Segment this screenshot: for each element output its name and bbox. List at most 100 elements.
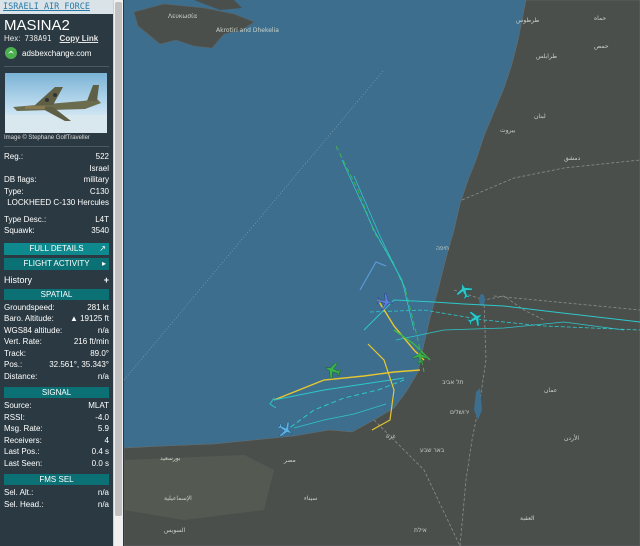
signal-row: Msg. Rate: 5.9 xyxy=(0,423,113,435)
fms-value: n/a xyxy=(97,488,109,497)
signal-row: RSSI: -4.0 xyxy=(0,412,113,424)
spatial-row: Track: 89.0° xyxy=(0,348,113,360)
fms-row: Sel. Alt.: n/a xyxy=(0,487,113,499)
type-value: C130 xyxy=(89,186,109,196)
photo-credit: Image © Stephane GolfTraveller xyxy=(4,135,90,141)
map-label-tel-aviv: תל אביב xyxy=(442,379,464,386)
spatial-value: 89.0° xyxy=(90,348,109,358)
map-label-jerusalem: ירושלים xyxy=(450,409,469,416)
flight-activity-label: FLIGHT ACTIVITY xyxy=(23,258,90,268)
fms-label: Sel. Head.: xyxy=(4,499,44,509)
type-desc-label: Type Desc.: xyxy=(4,214,47,224)
map-label-nicosia: Λευκωσία xyxy=(168,13,197,20)
squawk-value: 3540 xyxy=(91,226,109,235)
hex-value: 738A91 xyxy=(24,34,52,43)
spatial-label: Track: xyxy=(4,348,26,358)
expand-plus-icon: + xyxy=(103,274,109,285)
signal-value: MLAT xyxy=(88,401,109,410)
signal-label: Receivers: xyxy=(4,435,42,445)
fms-label: Sel. Alt.: xyxy=(4,488,34,497)
squawk-label: Squawk: xyxy=(4,226,35,235)
signal-label: Msg. Rate: xyxy=(4,424,43,433)
spatial-row: Pos.: 32.561°, 35.343° xyxy=(0,359,113,371)
history-toggle[interactable]: History + xyxy=(0,273,113,287)
map-view[interactable]: Akrotiri and Dhekelia حماه طرطوس طرابلس … xyxy=(124,0,640,546)
operator-link[interactable]: ISRAELI AIR FORCE xyxy=(0,0,113,14)
spatial-value: 32.561°, 35.343° xyxy=(49,360,109,369)
fms-header: FMS SEL xyxy=(4,474,109,485)
spatial-label: Baro. Altitude: xyxy=(4,314,54,323)
scrollbar-thumb[interactable] xyxy=(115,2,122,516)
signal-list: Source: MLAT RSSI: -4.0 Msg. Rate: 5.9 Receive… xyxy=(0,400,113,469)
type-label: Type: xyxy=(4,186,24,196)
signal-label: Last Pos.: xyxy=(4,447,40,456)
map-canvas[interactable]: Akrotiri and Dhekelia حماه طرطوس طرابلس … xyxy=(124,0,640,546)
map-label-jordan: الأردن xyxy=(564,434,579,442)
source-row[interactable]: adsbexchange.com xyxy=(0,43,113,63)
map-label-sinai: سيناء xyxy=(304,495,317,502)
flight-activity-button[interactable]: FLIGHT ACTIVITY ▸ xyxy=(4,257,109,270)
signal-value: 5.9 xyxy=(97,424,109,433)
copy-link-button[interactable]: Copy Link xyxy=(60,34,99,43)
map-label-eilat: אילת xyxy=(414,527,427,534)
map-label-suez: السويس xyxy=(164,527,186,534)
full-details-button[interactable]: FULL DETAILS ↗ xyxy=(4,242,109,255)
signal-label: Source: xyxy=(4,401,32,410)
map-label-aqaba: العقبة xyxy=(520,515,535,522)
signal-label: Last Seen: xyxy=(4,458,43,468)
aircraft-info-sidebar: ISRAELI AIR FORCE MASINA2 Hex: 738A91 Co… xyxy=(0,0,113,546)
signal-value: 0.0 s xyxy=(91,458,109,468)
map-label-ismailia: الإسماعيلية xyxy=(164,495,192,502)
external-link-icon: ↗ xyxy=(99,243,106,253)
signal-row: Source: MLAT xyxy=(0,400,113,412)
signal-value: 4 xyxy=(104,435,109,445)
spatial-value: n/a xyxy=(97,325,109,335)
spatial-label: Distance: xyxy=(4,371,38,381)
spatial-value: ▲ 19125 ft xyxy=(69,314,109,323)
flight-name: MASINA2 xyxy=(4,17,70,34)
history-label: History xyxy=(4,274,33,285)
reg-value: 522 xyxy=(95,152,109,161)
spatial-label: Vert. Rate: xyxy=(4,337,42,346)
spatial-row: WGS84 altitude: n/a xyxy=(0,325,113,337)
adsbexchange-logo-icon xyxy=(5,47,17,59)
spatial-value: 281 kt xyxy=(87,302,109,312)
spatial-label: WGS84 altitude: xyxy=(4,325,63,335)
reg-label: Reg.: xyxy=(4,152,24,161)
db-flags-value: military xyxy=(83,175,109,184)
signal-label: RSSI: xyxy=(4,412,25,422)
map-label-damascus: دمشق xyxy=(564,155,581,162)
signal-row: Last Seen: 0.0 s xyxy=(0,458,113,470)
map-label-tartus: طرطوس xyxy=(516,17,540,24)
db-flags-label: DB flags: xyxy=(4,175,37,184)
spatial-value: 216 ft/min xyxy=(73,337,109,346)
hex-label: Hex: xyxy=(4,34,21,43)
country-value: Israel xyxy=(89,163,109,173)
full-details-label: FULL DETAILS xyxy=(29,243,84,253)
fms-row: Sel. Head.: n/a xyxy=(0,499,113,511)
sidebar-scrollbar[interactable] xyxy=(113,0,123,546)
spatial-list: Groundspeed: 281 kt Baro. Altitude: ▲ 19125… xyxy=(0,302,113,383)
source-name: adsbexchange.com xyxy=(22,48,92,58)
aircraft-photo[interactable] xyxy=(5,73,107,133)
spatial-header: SPATIAL xyxy=(4,288,109,300)
spatial-row: Distance: n/a xyxy=(0,371,113,383)
fms-list: Sel. Alt.: n/a Sel. Head.: n/a xyxy=(0,487,113,510)
map-label-hama: حماه xyxy=(594,15,606,22)
signal-row: Receivers: 4 xyxy=(0,435,113,447)
aircraft-info-table: Reg.: 522 Israel DB flags: military Type: C… xyxy=(0,151,113,237)
map-label-beirut: بيروت xyxy=(500,127,516,134)
spatial-row: Baro. Altitude: ▲ 19125 ft xyxy=(0,313,113,325)
spatial-label: Groundspeed: xyxy=(4,302,55,312)
model-value: LOCKHEED C-130 Hercules xyxy=(7,198,109,207)
nile-delta xyxy=(124,455,274,520)
map-label-gaza: غزة xyxy=(386,433,396,440)
type-desc-value: L4T xyxy=(95,214,109,224)
map-label-portsaid: بورسعيد xyxy=(160,455,181,462)
map-label-beersheba: באר שבע xyxy=(420,447,445,454)
spatial-row: Groundspeed: 281 kt xyxy=(0,302,113,314)
signal-header: SIGNAL xyxy=(4,387,109,398)
map-label-haifa: חיפה xyxy=(436,245,449,252)
divider xyxy=(4,146,109,147)
map-label-lebanon: لبنان xyxy=(534,113,546,120)
